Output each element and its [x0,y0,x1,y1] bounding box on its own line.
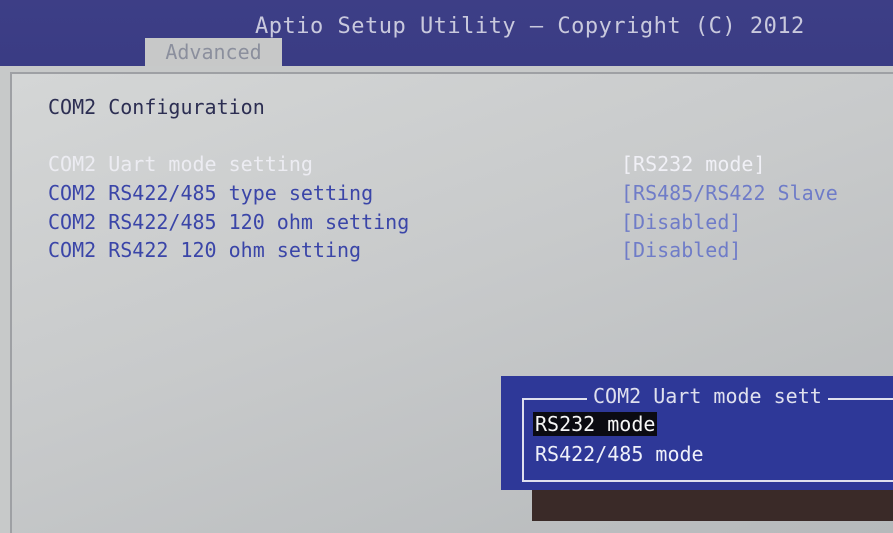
popup-title: COM2 Uart mode sett [587,384,828,408]
popup-option-rs422-485[interactable]: RS422/485 mode [533,442,706,466]
page-title: COM2 Configuration [48,95,265,119]
setting-row-rs422-485-120-ohm[interactable]: COM2 RS422/485 120 ohm setting [Disabled… [48,210,893,238]
setting-row-rs422-485-type[interactable]: COM2 RS422/485 type setting [RS485/RS422… [48,181,893,209]
setting-label: COM2 RS422 120 ohm setting [48,238,362,262]
setting-value[interactable]: [RS485/RS422 Slave [621,181,838,205]
tab-advanced[interactable]: Advanced [145,38,282,66]
options-popup: COM2 Uart mode sett RS232 mode RS422/485… [501,376,893,490]
popup-option-rs232[interactable]: RS232 mode [533,412,658,436]
setting-value[interactable]: [RS232 mode] [621,152,766,176]
setting-label: COM2 RS422/485 type setting [48,181,374,205]
app-title: Aptio Setup Utility – Copyright (C) 2012 [255,14,805,39]
setting-row-uart-mode[interactable]: COM2 Uart mode setting [RS232 mode] [48,152,893,180]
setting-label: COM2 RS422/485 120 ohm setting [48,210,410,234]
setting-value[interactable]: [Disabled] [621,210,741,234]
title-bar: Aptio Setup Utility – Copyright (C) 2012… [0,0,893,66]
setting-label: COM2 Uart mode setting [48,152,313,176]
setting-row-rs422-120-ohm[interactable]: COM2 RS422 120 ohm setting [Disabled] [48,238,893,266]
popup-frame [522,398,893,482]
setting-value[interactable]: [Disabled] [621,238,741,262]
